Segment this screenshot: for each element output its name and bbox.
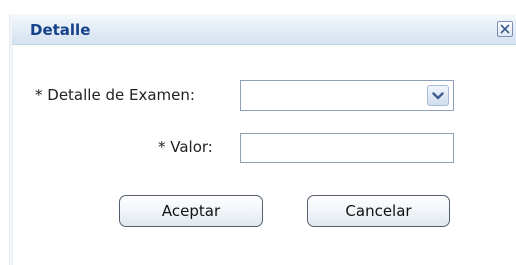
- dialog-left-border: [9, 14, 13, 265]
- detalle-examen-select[interactable]: [240, 80, 454, 111]
- dropdown-button[interactable]: [427, 85, 449, 106]
- aceptar-button[interactable]: Aceptar: [119, 195, 263, 227]
- dialog-title: Detalle: [30, 21, 91, 39]
- cancelar-button[interactable]: Cancelar: [307, 195, 450, 227]
- valor-label: * Valor:: [158, 138, 213, 156]
- detalle-dialog: Detalle * Detalle de Examen: * Valor: Ac…: [0, 0, 516, 265]
- detalle-examen-label: * Detalle de Examen:: [35, 86, 195, 104]
- valor-input[interactable]: [240, 133, 454, 163]
- dialog-titlebar: Detalle: [12, 14, 516, 45]
- close-button[interactable]: [497, 21, 513, 37]
